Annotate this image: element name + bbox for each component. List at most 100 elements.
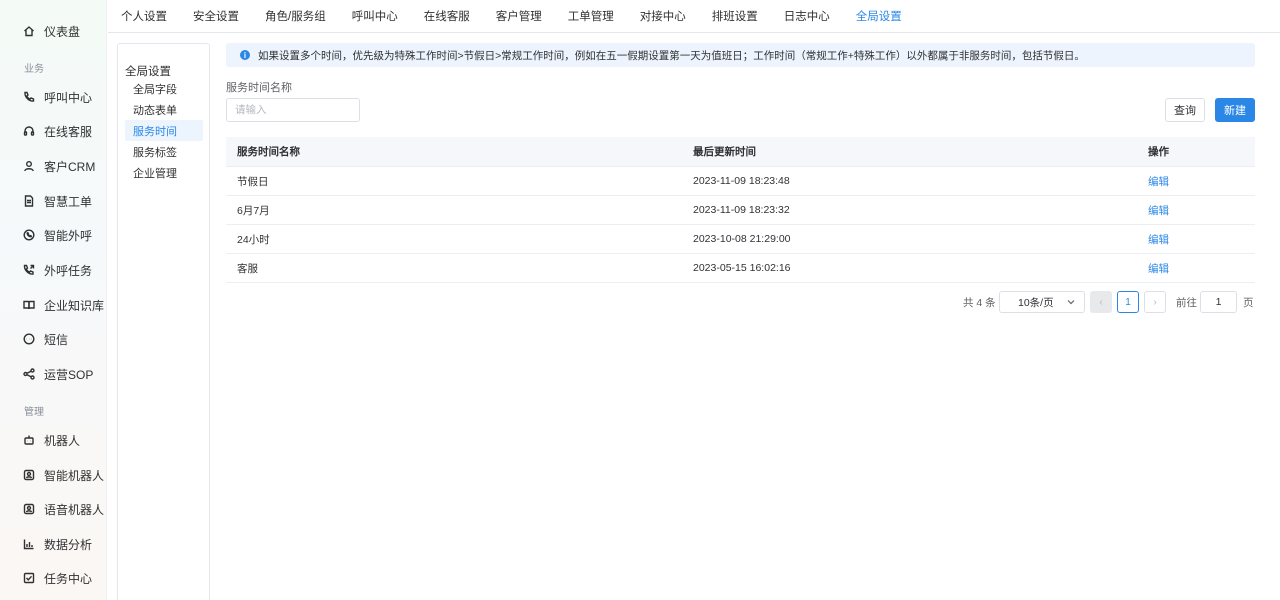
sidebar-item-analytics[interactable]: 数据分析 [0,529,107,559]
page-size-value: 10条/页 [1018,296,1054,309]
tab-integration-center[interactable]: 对接中心 [640,8,686,24]
share-icon [23,368,35,380]
phone-icon [23,91,35,103]
service-time-name-label: 服务时间名称 [226,82,292,94]
sidebar-item-label: 呼叫中心 [44,90,93,105]
table-header: 服务时间名称 最后更新时间 操作 [226,137,1255,167]
edit-link[interactable]: 编辑 [1148,203,1169,218]
edit-link[interactable]: 编辑 [1148,261,1169,276]
top-nav: 个人设置 安全设置 角色/服务组 呼叫中心 在线客服 客户管理 工单管理 对接中… [108,0,1280,33]
tab-roles-groups[interactable]: 角色/服务组 [265,8,326,24]
sidebar-item-outbound[interactable]: 智能外呼 [0,220,107,250]
goto-page-input[interactable]: 1 [1200,291,1237,313]
smart-robot-icon [23,469,35,481]
sidebar: 仪表盘 业务 呼叫中心 在线客服 客户CRM 智慧工单 智能外呼 外呼任务 企业… [0,0,107,600]
tab-call-center[interactable]: 呼叫中心 [352,8,398,24]
tab-customer-management[interactable]: 客户管理 [496,8,542,24]
sidebar-item-sop[interactable]: 运营SOP [0,359,107,389]
submenu-item-service-time[interactable]: 服务时间 [125,120,203,141]
page-number-current[interactable]: 1 [1117,291,1139,313]
tab-ticket-management[interactable]: 工单管理 [568,8,614,24]
sidebar-item-online-service[interactable]: 在线客服 [0,116,107,146]
sidebar-item-label: 短信 [44,332,69,347]
header-updated: 最后更新时间 [693,146,756,158]
notice-text: 如果设置多个时间，优先级为特殊工作时间>节假日>常规工作时间，例如在五一假期设置… [258,49,1085,62]
tab-scheduling[interactable]: 排班设置 [712,8,758,24]
edit-link[interactable]: 编辑 [1148,174,1169,189]
row-updated: 2023-10-08 21:29:00 [693,233,791,245]
page-size-select[interactable]: 10条/页 [999,291,1085,313]
submenu-item-dynamic-forms[interactable]: 动态表单 [125,99,203,120]
row-name: 24小时 [237,233,270,246]
sidebar-item-crm[interactable]: 客户CRM [0,151,107,181]
sidebar-item-sms[interactable]: 短信 [0,324,107,354]
sidebar-item-label: 数据分析 [44,537,93,552]
sidebar-item-label: 客户CRM [44,159,96,174]
row-updated: 2023-11-09 18:23:48 [693,175,790,187]
sidebar-item-label: 运营SOP [44,367,94,382]
sidebar-item-label: 任务中心 [44,571,93,586]
prev-page-button[interactable]: ‹ [1090,291,1112,313]
info-icon: i [240,50,250,60]
tab-global-settings[interactable]: 全局设置 [856,8,902,24]
sidebar-item-task-center[interactable]: 任务中心 [0,563,107,593]
pagination-total: 共 4 条 [963,296,996,309]
sidebar-item-label: 智慧工单 [44,194,93,209]
message-icon [23,333,35,345]
goto-label: 前往 [1176,296,1197,309]
row-updated: 2023-05-15 16:02:16 [693,262,791,274]
submenu-item-enterprise[interactable]: 企业管理 [125,162,203,183]
edit-link[interactable]: 编辑 [1148,232,1169,247]
sidebar-group-management: 管理 [24,407,44,418]
sidebar-item-label: 智能机器人 [44,468,105,483]
submenu-item-global-fields[interactable]: 全局字段 [125,78,203,99]
tab-security-settings[interactable]: 安全设置 [193,8,239,24]
sidebar-item-outbound-task[interactable]: 外呼任务 [0,255,107,285]
sidebar-item-label: 机器人 [44,433,81,448]
row-updated: 2023-11-09 18:23:32 [693,204,790,216]
sidebar-item-label: 仪表盘 [44,24,81,39]
next-page-button[interactable]: › [1144,291,1166,313]
sidebar-item-knowledge-base[interactable]: 企业知识库 [0,290,107,320]
sidebar-item-ticket[interactable]: 智慧工单 [0,186,107,216]
table-row: 24小时 2023-10-08 21:29:00 编辑 [226,225,1255,254]
tab-online-service[interactable]: 在线客服 [424,8,470,24]
header-name: 服务时间名称 [237,146,300,158]
row-name: 6月7月 [237,204,270,217]
tab-log-center[interactable]: 日志中心 [784,8,830,24]
service-time-table: 服务时间名称 最后更新时间 操作 节假日 2023-11-09 18:23:48… [226,137,1255,283]
chevron-down-icon [1067,300,1075,305]
chat-phone-icon [23,229,35,241]
sidebar-item-label: 在线客服 [44,124,93,139]
sidebar-item-dashboard[interactable]: 仪表盘 [0,16,107,46]
service-time-name-input[interactable] [226,98,360,122]
row-name: 节假日 [237,175,269,188]
row-name: 客服 [237,262,258,275]
sidebar-item-label: 外呼任务 [44,263,93,278]
table-row: 6月7月 2023-11-09 18:23:32 编辑 [226,196,1255,225]
robot-icon [23,434,35,446]
document-icon [23,195,35,207]
headset-icon [23,125,35,137]
chart-icon [23,538,35,550]
tab-personal-settings[interactable]: 个人设置 [121,8,167,24]
query-button[interactable]: 查询 [1165,98,1205,122]
book-icon [23,299,35,311]
user-icon [23,160,35,172]
settings-submenu: 全局设置 全局字段 动态表单 服务时间 服务标签 企业管理 [117,43,210,600]
page-unit-label: 页 [1243,296,1254,309]
sidebar-item-label: 企业知识库 [44,298,105,313]
sidebar-item-voice-robot[interactable]: 语音机器人 [0,494,107,524]
sidebar-item-robot[interactable]: 机器人 [0,425,107,455]
submenu-item-service-tags[interactable]: 服务标签 [125,141,203,162]
sidebar-item-smart-robot[interactable]: 智能机器人 [0,460,107,490]
task-icon [23,572,35,584]
new-button[interactable]: 新建 [1215,98,1255,122]
table-row: 客服 2023-05-15 16:02:16 编辑 [226,254,1255,283]
sidebar-item-label: 语音机器人 [44,502,105,517]
submenu-title: 全局设置 [125,66,171,78]
info-notice: i 如果设置多个时间，优先级为特殊工作时间>节假日>常规工作时间，例如在五一假期… [226,43,1255,67]
sidebar-item-call-center[interactable]: 呼叫中心 [0,82,107,112]
phone-forward-icon [23,264,35,276]
table-row: 节假日 2023-11-09 18:23:48 编辑 [226,167,1255,196]
